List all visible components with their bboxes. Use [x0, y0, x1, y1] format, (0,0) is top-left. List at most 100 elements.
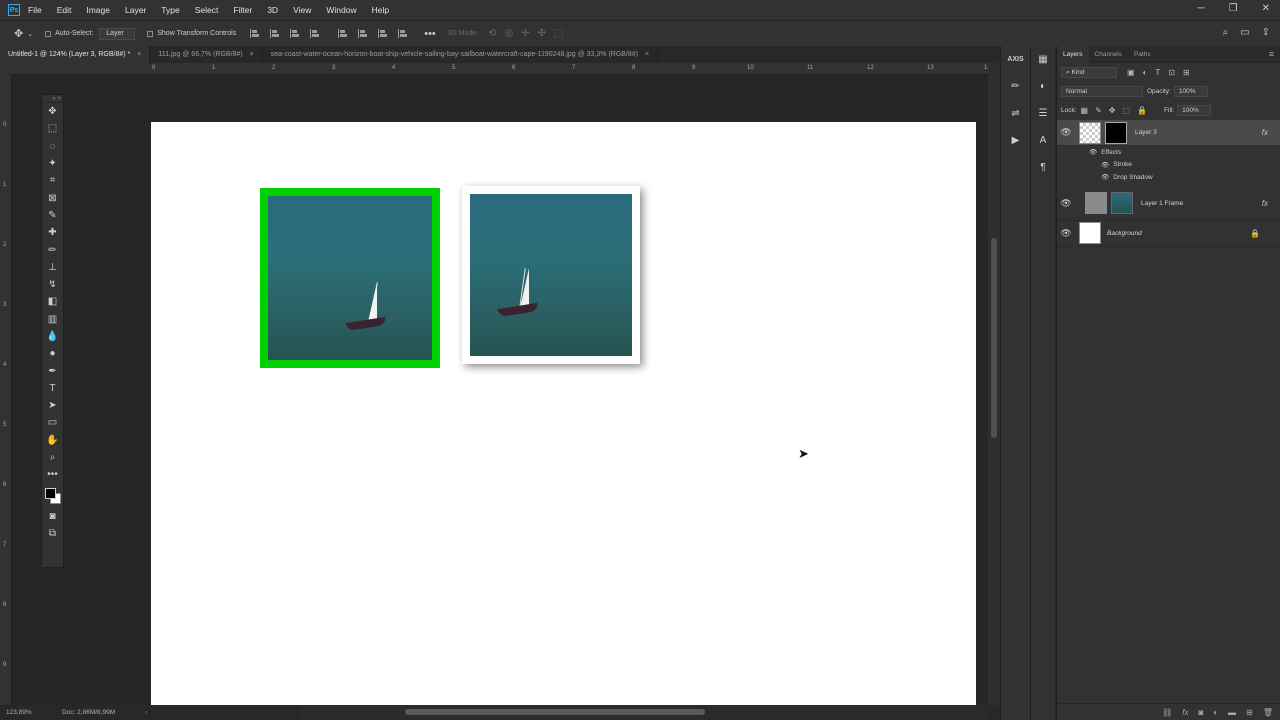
- blend-mode-dropdown[interactable]: Normal: [1061, 86, 1143, 97]
- minimize-icon[interactable]: ─: [1198, 3, 1205, 14]
- tab-untitled-1[interactable]: Untitled-1 @ 124% (Layer 3, RGB/8#) * ×: [0, 46, 151, 63]
- menu-filter[interactable]: Filter: [233, 5, 252, 15]
- layer-row-layer-3[interactable]: 👁 Layer 3 fx: [1057, 120, 1280, 146]
- visibility-eye-icon[interactable]: 👁: [1101, 161, 1109, 169]
- horizontal-scrollbar[interactable]: [300, 705, 988, 720]
- path-select-icon[interactable]: ➤: [42, 397, 63, 414]
- visibility-eye-icon[interactable]: 👁: [1057, 228, 1075, 239]
- visibility-eye-icon[interactable]: 👁: [1057, 198, 1075, 209]
- menu-window[interactable]: Window: [326, 5, 356, 15]
- green-stroke-frame[interactable]: [260, 188, 440, 368]
- toolbox-grip-icon[interactable]: » ×: [42, 95, 63, 103]
- photoshop-logo[interactable]: Ps: [8, 4, 20, 16]
- distribute-vertical-icon[interactable]: [398, 29, 408, 38]
- vertical-scroll-thumb[interactable]: [991, 238, 997, 438]
- zoom-tool-icon[interactable]: ⌕: [42, 449, 63, 466]
- new-layer-icon[interactable]: ⊞: [1246, 708, 1253, 717]
- 3d-roll-icon[interactable]: ◎: [505, 28, 514, 39]
- play-actions-icon[interactable]: ▶: [1001, 127, 1030, 154]
- align-top-icon[interactable]: [338, 29, 348, 38]
- link-layers-icon[interactable]: ⛓: [1162, 708, 1172, 717]
- properties-icon[interactable]: ☰: [1031, 100, 1055, 127]
- effects-row[interactable]: 👁 Effects: [1057, 146, 1280, 159]
- lasso-tool-icon[interactable]: ◌: [42, 138, 63, 155]
- document-canvas[interactable]: [151, 122, 976, 705]
- axis-plugin-icon[interactable]: AXIS: [1001, 46, 1030, 73]
- add-mask-icon[interactable]: ◙: [1198, 708, 1203, 717]
- more-tools-icon[interactable]: •••: [42, 466, 63, 483]
- eyedropper-icon[interactable]: ✎: [42, 207, 63, 224]
- close-tab-icon[interactable]: ×: [645, 51, 649, 58]
- layer-name[interactable]: Layer 1 Frame: [1141, 200, 1183, 207]
- layer-row-layer-1-frame[interactable]: 👁 Layer 1 Frame fx: [1057, 187, 1280, 221]
- 3d-pan-icon[interactable]: ✛: [521, 28, 529, 39]
- adjustment-layer-icon[interactable]: ◐: [1213, 708, 1218, 717]
- layer-row-background[interactable]: 👁 Background 🔒: [1057, 221, 1280, 247]
- horizontal-scroll-thumb[interactable]: [405, 709, 705, 715]
- 3d-slide-icon[interactable]: ✣: [538, 28, 546, 39]
- status-arrow-icon[interactable]: ›: [145, 709, 147, 716]
- pen-tool-icon[interactable]: ✒: [42, 362, 63, 379]
- gradient-tool-icon[interactable]: ▥: [42, 311, 63, 328]
- menu-select[interactable]: Select: [195, 5, 219, 15]
- white-shadow-frame[interactable]: [462, 186, 640, 364]
- close-tab-icon[interactable]: ×: [137, 51, 141, 58]
- move-tool-icon[interactable]: ✥: [14, 27, 23, 40]
- align-center-icon[interactable]: [270, 29, 280, 38]
- doc-size[interactable]: Doc: 2,86M/8,99M: [62, 709, 115, 716]
- eraser-tool-icon[interactable]: ◧: [42, 293, 63, 310]
- visibility-eye-icon[interactable]: 👁: [1057, 127, 1075, 138]
- new-group-icon[interactable]: ▬: [1228, 708, 1236, 717]
- lock-icon[interactable]: 🔒: [1250, 229, 1260, 238]
- visibility-eye-icon[interactable]: 👁: [1089, 148, 1097, 156]
- brush-tool-icon[interactable]: ✏: [42, 241, 63, 258]
- auto-select-toggle[interactable]: Auto-Select:: [45, 30, 93, 37]
- align-left-icon[interactable]: [250, 29, 260, 38]
- adjustments-icon[interactable]: ⇌: [1001, 100, 1030, 127]
- menu-file[interactable]: File: [28, 5, 42, 15]
- opacity-field[interactable]: 100%: [1173, 86, 1208, 97]
- effect-row-drop-shadow[interactable]: 👁 Drop Shadow: [1057, 171, 1280, 184]
- fill-field[interactable]: 100%: [1177, 105, 1212, 116]
- add-style-icon[interactable]: fx: [1182, 708, 1188, 717]
- tab-channels[interactable]: Channels: [1089, 46, 1128, 63]
- lock-icons[interactable]: ▦✎✥⬚🔒: [1081, 106, 1154, 115]
- 3d-rotate-icon[interactable]: ⟲: [488, 28, 496, 39]
- menu-help[interactable]: Help: [372, 5, 389, 15]
- close-tab-icon[interactable]: ×: [250, 51, 254, 58]
- color-swatches[interactable]: [42, 484, 63, 508]
- screen-mode-icon[interactable]: ⧉: [42, 525, 63, 542]
- tab-sea-coast-jpg[interactable]: sea-coast-water-ocean-horizon-boat-ship-…: [263, 46, 659, 63]
- magic-wand-icon[interactable]: ✦: [42, 155, 63, 172]
- crop-tool-icon[interactable]: ⌗: [42, 172, 63, 189]
- auto-select-dropdown[interactable]: Layer: [99, 27, 136, 40]
- character-icon[interactable]: A: [1031, 127, 1055, 154]
- horizontal-ruler[interactable]: 0 1 2 3 4 5 6 7 8 9 10 11 12 13 14: [12, 63, 992, 75]
- fx-icon[interactable]: fx: [1262, 199, 1268, 208]
- rectangle-tool-icon[interactable]: ▭: [42, 414, 63, 431]
- layer-mask-thumbnail[interactable]: [1105, 121, 1127, 144]
- menu-type[interactable]: Type: [161, 5, 179, 15]
- vertical-scrollbar[interactable]: [988, 63, 1000, 705]
- 3d-scale-icon[interactable]: ⬚: [554, 28, 563, 39]
- transform-checkbox[interactable]: [147, 30, 154, 37]
- transform-controls-toggle[interactable]: Show Transform Controls: [147, 30, 236, 37]
- align-middle-icon[interactable]: [358, 29, 368, 38]
- zoom-level[interactable]: 123,89%: [6, 709, 62, 716]
- chevron-down-icon[interactable]: ⌄: [27, 30, 33, 38]
- filter-type-icons[interactable]: ▣◐T⊡⊞: [1127, 68, 1198, 77]
- quick-mask-icon[interactable]: ◙: [42, 508, 63, 525]
- history-brush-icon[interactable]: ↯: [42, 276, 63, 293]
- restore-icon[interactable]: ❐: [1229, 3, 1238, 14]
- effect-row-stroke[interactable]: 👁 Stroke: [1057, 159, 1280, 172]
- auto-select-checkbox[interactable]: [45, 30, 52, 37]
- menu-3d[interactable]: 3D: [267, 5, 278, 15]
- stamp-tool-icon[interactable]: ⊥: [42, 259, 63, 276]
- workspace-icon[interactable]: ▭: [1240, 27, 1249, 38]
- move-tool-icon[interactable]: ✥: [42, 103, 63, 120]
- blur-tool-icon[interactable]: 💧: [42, 328, 63, 345]
- foreground-color-swatch[interactable]: [45, 487, 56, 499]
- tab-111-jpg[interactable]: 111.jpg @ 66,7% (RGB/8#) ×: [150, 46, 263, 63]
- menu-edit[interactable]: Edit: [57, 5, 72, 15]
- more-options-icon[interactable]: •••: [424, 28, 436, 40]
